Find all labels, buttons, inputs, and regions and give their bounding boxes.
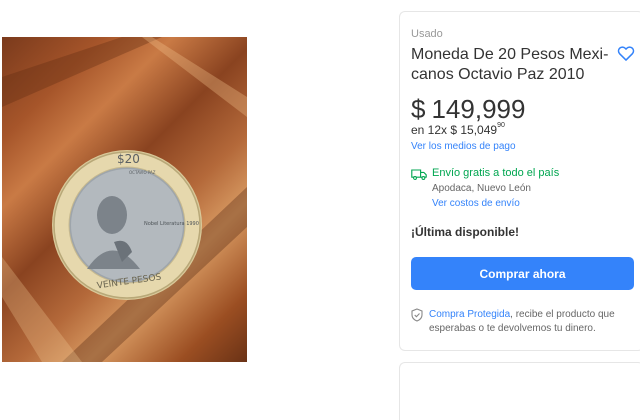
- coin-photo-graphic: $20 OCTAVIO PAZ Nobel Literatura 1990 VE…: [2, 37, 247, 362]
- coin-side-text: Nobel Literatura 1990: [144, 221, 199, 227]
- product-title: Moneda De 20 Pesos Mexi- canos Octavio P…: [411, 45, 611, 85]
- free-shipping-text: Envío gratis a todo el país: [432, 167, 560, 179]
- secondary-box: [399, 362, 640, 420]
- shipping-location: Apodaca, Nuevo León: [432, 183, 531, 194]
- protected-purchase-link[interactable]: Compra Protegida: [429, 309, 510, 320]
- payment-methods-link[interactable]: Ver los medios de pago: [411, 141, 516, 152]
- shield-check-icon: [411, 308, 423, 322]
- installments: en 12x $ 15,04990: [411, 122, 505, 137]
- price-currency: $: [411, 94, 426, 124]
- installments-cents: 90: [497, 122, 505, 129]
- stock-message: ¡Última disponible!: [411, 225, 519, 239]
- price-amount: 149,999: [431, 94, 526, 124]
- shipping-costs-link[interactable]: Ver costos de envío: [432, 198, 520, 209]
- coin-denomination: $20: [117, 152, 140, 166]
- product-title-line-1: Moneda De 20 Pesos Mexi-: [411, 46, 609, 63]
- buy-now-button[interactable]: Comprar ahora: [411, 257, 634, 290]
- heart-outline-icon[interactable]: [616, 43, 636, 63]
- truck-icon: [411, 169, 427, 180]
- purchase-protection-text: Compra Protegida, recibe el producto que…: [429, 308, 634, 336]
- installments-amount: en 12x $ 15,049: [411, 123, 498, 137]
- product-title-line-2: canos Octavio Paz 2010: [411, 66, 585, 83]
- condition-label: Usado: [411, 28, 443, 40]
- buy-box: Usado Moneda De 20 Pesos Mexi- canos Oct…: [399, 11, 640, 351]
- product-photo[interactable]: $20 OCTAVIO PAZ Nobel Literatura 1990 VE…: [2, 37, 247, 362]
- price: $149,999: [411, 94, 525, 125]
- coin-top-text: OCTAVIO PAZ: [129, 170, 156, 175]
